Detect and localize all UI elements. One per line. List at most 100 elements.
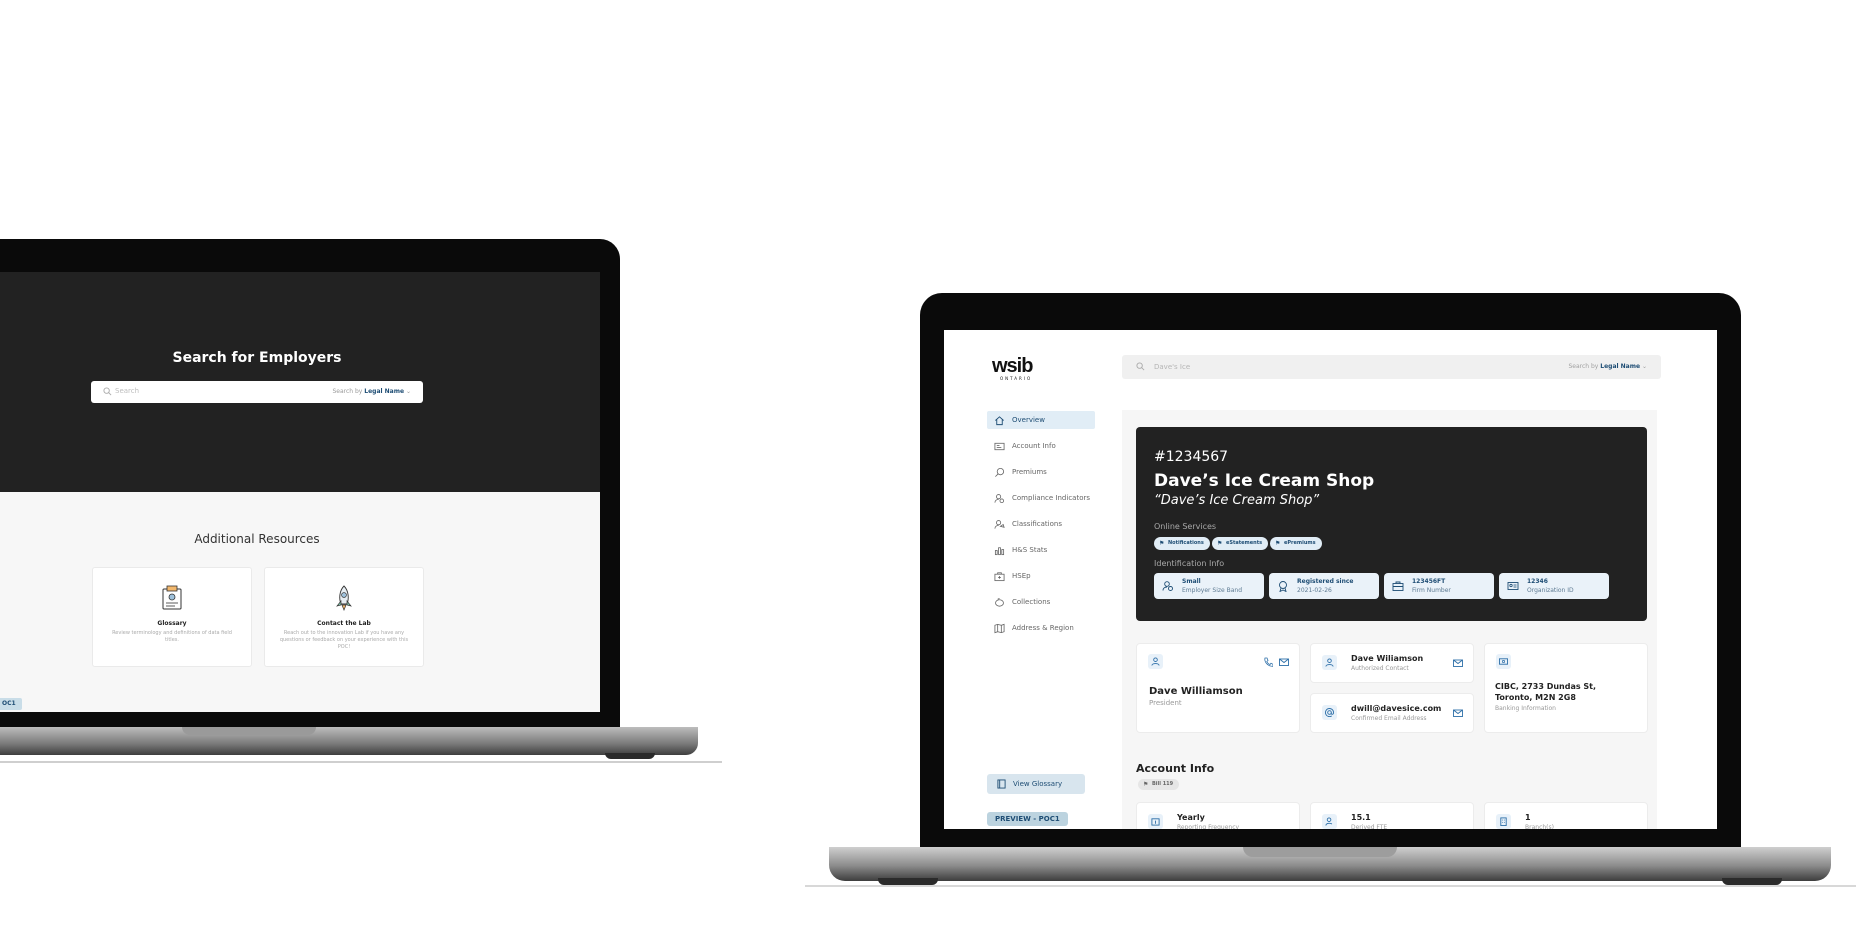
glossary-icon (162, 585, 182, 610)
email-icon[interactable] (1453, 708, 1463, 718)
view-glossary-label: View Glossary (1013, 780, 1063, 788)
stat-card-frequency: Yearly Reporting Frequency (1136, 802, 1300, 829)
chevron-down-icon: ⌄ (1641, 363, 1647, 370)
nav-label: Premiums (1012, 468, 1047, 476)
employer-name: Dave’s Ice Cream Shop (1154, 471, 1375, 491)
nav-label: Address & Region (1012, 624, 1074, 632)
chevron-down-icon: ⌄ (405, 388, 411, 395)
contact-role: Authorized Contact (1351, 665, 1409, 672)
employer-dba: “Dave’s Ice Cream Shop” (1154, 493, 1320, 508)
employer-search-input[interactable]: Dave's Ice Search by Legal Name ⌄ (1122, 355, 1661, 379)
page-title: Search for Employers (172, 350, 342, 366)
employer-number: #1234567 (1154, 449, 1229, 465)
stat-card-fte: 15.1 Derived FTE (1310, 802, 1474, 829)
card-description: Reach out to the innovation Lab if you h… (279, 630, 409, 650)
preview-badge: PREVIEW - POC1 (987, 812, 1068, 826)
stat-key: Reporting Frequency (1177, 824, 1240, 829)
right-laptop-foot-left (878, 878, 938, 885)
briefcase-icon (1392, 581, 1404, 591)
nav-label: Collections (1012, 598, 1051, 606)
stat-key: Branch(s) (1525, 824, 1554, 829)
nav-item-hsep[interactable]: HSEp (987, 567, 1095, 585)
online-services-label: Online Services (1154, 522, 1217, 531)
user-icon (1322, 655, 1337, 670)
phone-icon[interactable] (1263, 657, 1273, 667)
contact-lab-card[interactable]: Contact the Lab Reach out to the innovat… (264, 567, 424, 667)
contact-name: Dave Williamson (1149, 686, 1243, 697)
chip-notifications[interactable]: Notifications (1154, 537, 1210, 550)
nav-item-compliance[interactable]: Compliance Indicators (987, 489, 1095, 507)
id-card-icon (1507, 582, 1519, 590)
id-card-organization: 12346 Organization ID (1499, 573, 1609, 599)
contact-email: dwill@davesice.com (1351, 704, 1442, 713)
sidebar-nav: Overview Account Info Premiums Complianc… (987, 411, 1097, 641)
nav-label: HSEp (1012, 572, 1031, 580)
left-laptop-screen: Search for Employers Search Search by Le… (0, 272, 600, 712)
id-card-icon (994, 442, 1005, 451)
nav-item-overview[interactable]: Overview (987, 411, 1095, 429)
bill-chip: Bill 119 (1138, 779, 1180, 790)
user-icon (1148, 654, 1163, 669)
right-laptop-screen: wsib ONTARIO Dave's Ice Search by Legal … (944, 330, 1717, 829)
id-key: Firm Number (1412, 587, 1451, 594)
left-laptop-notch (182, 727, 316, 735)
glossary-card[interactable]: Glossary Review terminology and definiti… (92, 567, 252, 667)
card-title: Glossary (157, 620, 187, 627)
right-laptop-notch (1243, 847, 1397, 857)
nav-item-premiums[interactable]: Premiums (987, 463, 1095, 481)
card-description: Review terminology and definitions of da… (112, 630, 232, 643)
chip-epremiums[interactable]: ePremiums (1270, 537, 1322, 550)
search-by-value: Legal Name (364, 388, 405, 395)
search-value: Dave's Ice (1154, 363, 1191, 371)
email-icon[interactable] (1279, 657, 1289, 667)
id-value: 123456FT (1412, 578, 1446, 585)
search-hero: Search for Employers Search Search by Le… (0, 272, 600, 492)
nav-label: Overview (1012, 416, 1045, 424)
contact-role: Banking Information (1495, 705, 1556, 712)
chart-icon (994, 547, 1005, 556)
left-laptop-base (0, 727, 698, 755)
search-icon (103, 387, 112, 396)
nav-item-classifications[interactable]: Classifications (987, 515, 1095, 533)
building-icon (1496, 814, 1511, 829)
book-icon (997, 779, 1006, 789)
id-card-size-band: Small Employer Size Band (1154, 573, 1264, 599)
resources-title: Additional Resources (194, 532, 320, 546)
user-settings-icon (1162, 581, 1173, 591)
stat-key: Derived FTE (1351, 824, 1388, 829)
left-laptop-foot (605, 753, 655, 759)
id-key: Employer Size Band (1182, 587, 1243, 594)
nav-label: Compliance Indicators (1012, 494, 1091, 502)
authorized-contact-card: Dave Wiliamson Authorized Contact (1310, 643, 1474, 683)
nav-item-hs-stats[interactable]: H&S Stats (987, 541, 1095, 559)
identification-label: Identification Info (1154, 559, 1225, 568)
employer-search-input[interactable]: Search Search by Legal Name ⌄ (91, 381, 423, 403)
bank-line2: Toronto, M2N 2G8 (1495, 693, 1576, 702)
search-by-dropdown[interactable]: Search by Legal Name ⌄ (332, 388, 411, 395)
chip-estatements[interactable]: eStatements (1212, 537, 1269, 550)
search-by-dropdown[interactable]: Search by Legal Name ⌄ (1568, 363, 1647, 370)
nav-item-account-info[interactable]: Account Info (987, 437, 1095, 455)
nav-item-address-region[interactable]: Address & Region (987, 619, 1095, 637)
id-card-firm-number: 123456FT Firm Number (1384, 573, 1494, 599)
card-title: Contact the Lab (317, 620, 371, 627)
map-icon (994, 623, 1005, 634)
contact-role: President (1149, 699, 1182, 707)
search-placeholder: Search (115, 387, 140, 395)
user-check-icon (994, 494, 1005, 504)
logo-subtitle: ONTARIO (1000, 376, 1033, 381)
piggy-bank-icon (995, 598, 1004, 607)
id-value: Small (1182, 578, 1201, 585)
contact-name: Dave Wiliamson (1351, 654, 1424, 663)
wsib-logo[interactable]: wsib (992, 355, 1033, 378)
id-key: Organization ID (1527, 587, 1574, 594)
bank-card-icon (1496, 654, 1511, 669)
nav-item-collections[interactable]: Collections (987, 593, 1095, 611)
preview-badge: OC1 (0, 698, 22, 710)
view-glossary-button[interactable]: View Glossary (987, 774, 1085, 794)
email-icon[interactable] (1453, 658, 1463, 668)
account-info-title: Account Info (1136, 762, 1215, 775)
search-by-label: Search by (332, 388, 363, 395)
email-card: dwill@davesice.com Confirmed Email Addre… (1310, 693, 1474, 733)
stat-value: 15.1 (1351, 813, 1371, 822)
